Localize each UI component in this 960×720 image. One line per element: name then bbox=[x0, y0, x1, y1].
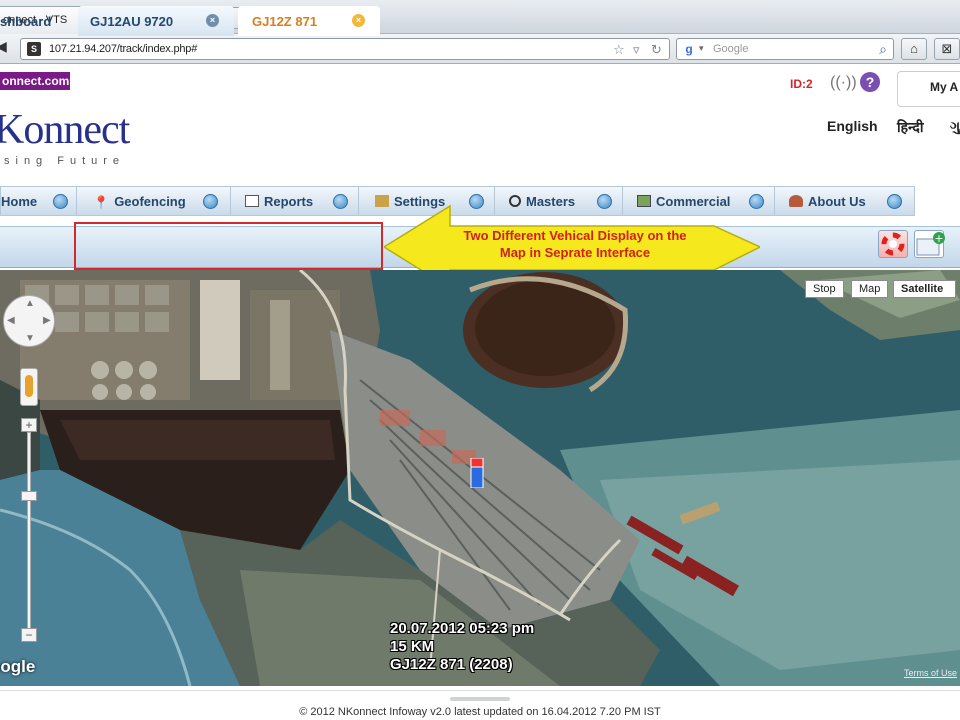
lifebuoy-tool-icon[interactable] bbox=[878, 230, 908, 258]
tab-vehicle-1-close-icon[interactable]: × bbox=[206, 14, 219, 27]
domain-badge: onnect.com bbox=[0, 72, 70, 90]
footer-text: © 2012 NKonnect Infoway v2.0 latest upda… bbox=[299, 706, 661, 718]
dropdown-arrow-icon[interactable]: ▿ bbox=[633, 42, 640, 58]
google-logo: oogle bbox=[0, 657, 36, 676]
street-view-pegman-icon[interactable] bbox=[20, 368, 38, 406]
site-tagline: sing Future bbox=[4, 155, 126, 167]
pan-down-icon[interactable]: ▼ bbox=[25, 333, 35, 344]
menu-reports[interactable]: Reports bbox=[231, 187, 359, 215]
add-window-tool-icon[interactable]: + bbox=[914, 230, 945, 258]
menu-geofencing-arrow-icon bbox=[203, 194, 218, 209]
terms-of-use-link[interactable]: Terms of Use bbox=[904, 668, 957, 678]
zoom-slider-track[interactable] bbox=[27, 432, 31, 630]
tab-vehicle-gj12z-871[interactable]: GJ12Z 871 × bbox=[238, 6, 380, 36]
map-stop-button[interactable]: Stop bbox=[805, 280, 844, 298]
pan-up-icon[interactable]: ▲ bbox=[25, 298, 35, 309]
tab-vehicle-2-close-icon[interactable]: × bbox=[352, 14, 365, 27]
annotation-highlight-box bbox=[74, 222, 383, 270]
menu-geofencing-label: Geofencing bbox=[114, 194, 186, 209]
browser-navbar: ◀ S 107.21.94.207/track/index.php# ☆ ▿ ↻… bbox=[0, 34, 960, 64]
tab-vehicle-gj12au-9720[interactable]: GJ12AU 9720 × bbox=[78, 6, 234, 36]
map-type-map-button[interactable]: Map bbox=[851, 280, 889, 298]
search-box[interactable]: g ▾ Google ⌕ bbox=[676, 38, 894, 60]
lang-hindi[interactable]: हिन्दी bbox=[897, 118, 923, 137]
reload-icon[interactable]: ↻ bbox=[651, 42, 662, 58]
menu-home[interactable]: Home bbox=[1, 187, 77, 215]
tab-vehicle-1-label: GJ12AU 9720 bbox=[90, 14, 174, 29]
signal-icon[interactable]: ((·)) bbox=[830, 74, 857, 92]
pan-left-icon[interactable]: ◀ bbox=[7, 315, 15, 326]
url-text[interactable]: 107.21.94.207/track/index.php# bbox=[49, 43, 197, 55]
vehicle-marker-icon[interactable] bbox=[470, 458, 484, 488]
tab-dashboard[interactable]: shboard bbox=[0, 6, 74, 36]
search-icon[interactable]: ⌕ bbox=[879, 41, 887, 58]
menu-home-arrow-icon bbox=[53, 194, 68, 209]
toolbar-extra-icon[interactable]: ⊠ bbox=[934, 38, 960, 60]
zoom-in-button[interactable]: + bbox=[21, 418, 37, 432]
home-button-icon[interactable]: ⌂ bbox=[901, 38, 927, 60]
tab-vehicle-2-label: GJ12Z 871 bbox=[252, 14, 318, 29]
pin-icon: 📍 bbox=[93, 195, 110, 210]
menu-about-us-arrow-icon bbox=[887, 194, 902, 209]
menu-geofencing[interactable]: 📍 Geofencing bbox=[77, 187, 231, 215]
page-footer: © 2012 NKonnect Infoway v2.0 latest upda… bbox=[0, 690, 960, 720]
menu-reports-label: Reports bbox=[264, 194, 314, 209]
annotation-line-2: Map in Seprate Interface bbox=[499, 245, 651, 260]
vehicle-distance: 15 KM bbox=[390, 638, 435, 655]
bookmark-star-icon[interactable]: ☆ bbox=[613, 42, 625, 58]
annotation-line-1: Two Different Vehical Display on the bbox=[463, 228, 687, 243]
vehicle-datetime: 20.07.2012 05:23 pm bbox=[390, 620, 535, 637]
user-id-label: ID:2 bbox=[790, 77, 813, 91]
annotation-text: Two Different Vehical Display on the Map… bbox=[430, 227, 720, 261]
map-pan-control[interactable]: ▲ ▼ ◀ ▶ bbox=[3, 295, 55, 347]
vehicle-id-label: GJ12Z 871 (2208) bbox=[390, 656, 513, 673]
menu-home-label: Home bbox=[1, 194, 38, 209]
my-account-button[interactable]: My A bbox=[897, 71, 960, 107]
back-arrow-icon[interactable]: ◀ bbox=[0, 38, 16, 58]
site-logo: Konnect bbox=[0, 107, 130, 153]
menu-about-us-label: About Us bbox=[808, 194, 866, 209]
search-placeholder: Google bbox=[713, 43, 749, 55]
help-icon[interactable]: ? bbox=[860, 72, 880, 92]
menu-reports-arrow-icon bbox=[333, 194, 348, 209]
pan-right-icon[interactable]: ▶ bbox=[43, 315, 51, 326]
address-bar[interactable]: S 107.21.94.207/track/index.php# ☆ ▿ ↻ bbox=[20, 38, 670, 60]
report-icon bbox=[245, 195, 259, 207]
zoom-slider-handle[interactable] bbox=[21, 491, 37, 501]
svg-text:+: + bbox=[934, 232, 943, 245]
google-search-icon[interactable]: g bbox=[682, 42, 696, 56]
about-icon bbox=[789, 195, 803, 207]
search-engine-dropdown-icon[interactable]: ▾ bbox=[699, 43, 704, 54]
lang-english[interactable]: English bbox=[827, 118, 878, 134]
lang-gujarati[interactable]: ગુ bbox=[950, 118, 960, 135]
horizontal-scrollbar-thumb[interactable] bbox=[450, 697, 510, 701]
site-favicon-icon: S bbox=[27, 42, 41, 56]
zoom-out-button[interactable]: − bbox=[21, 628, 37, 642]
menu-about-us[interactable]: About Us bbox=[775, 187, 915, 215]
map-type-satellite-button[interactable]: Satellite bbox=[893, 280, 957, 298]
